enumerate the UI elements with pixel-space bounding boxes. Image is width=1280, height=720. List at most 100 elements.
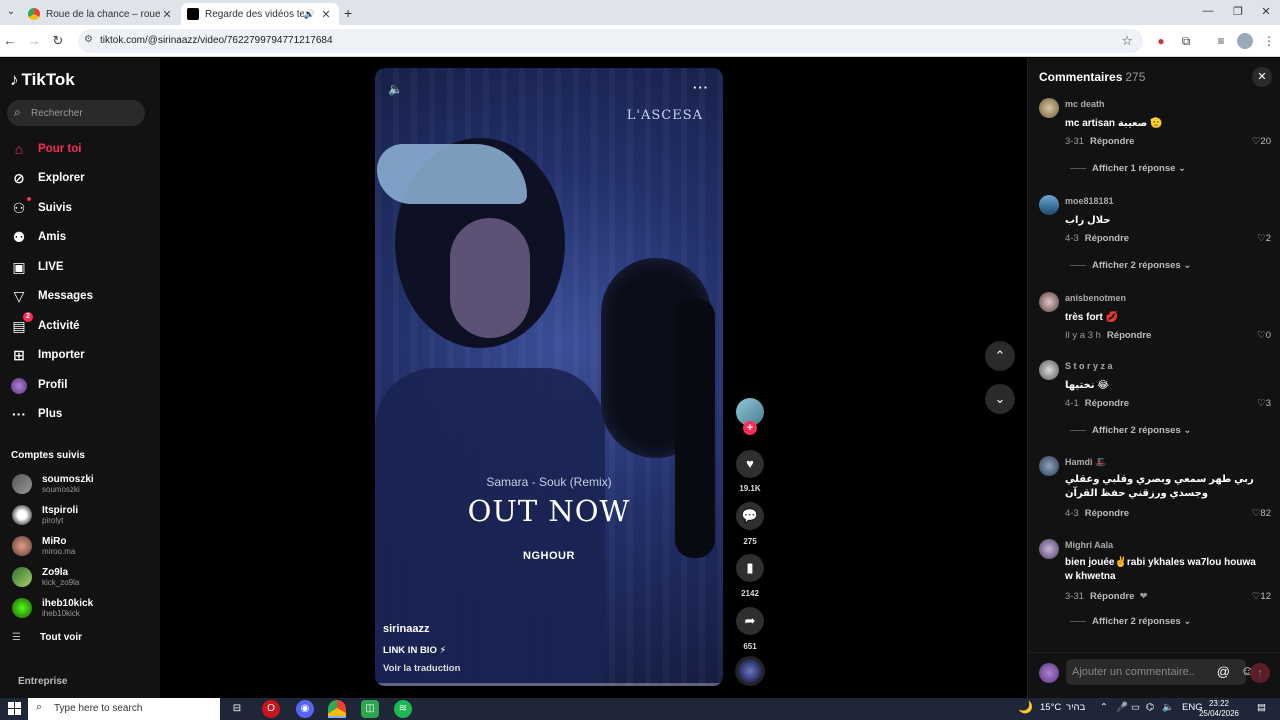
nav-item-suivis[interactable]: ⚇ Suivis	[10, 197, 150, 219]
comment-username[interactable]: Hamdi 🎩	[1065, 457, 1106, 468]
volume-tray-icon[interactable]: 🔈	[1162, 702, 1174, 713]
nav-item-explorer[interactable]: ⊘ Explorer	[10, 167, 150, 189]
volume-icon[interactable]: 🔈	[388, 82, 403, 96]
avatar[interactable]	[1039, 98, 1059, 118]
comment-input[interactable]	[1072, 664, 1194, 680]
media-control-icon[interactable]: ≡	[1213, 33, 1229, 49]
new-tab-button[interactable]: +	[344, 5, 352, 21]
restore-button[interactable]: ❐	[1226, 5, 1250, 18]
save-button[interactable]: ▮	[736, 554, 764, 582]
search-input[interactable]	[31, 104, 139, 122]
followed-account[interactable]: iheb10kick iheb10kick	[12, 595, 142, 621]
close-window-button[interactable]: ✕	[1254, 5, 1278, 18]
weather-moon-icon[interactable]: 🌙	[1018, 700, 1033, 714]
nav-item-plus[interactable]: ··· Plus	[10, 403, 150, 425]
avatar[interactable]	[1039, 360, 1059, 380]
comment-like-button[interactable]: ♡0	[1257, 330, 1271, 341]
send-comment-button[interactable]: ↑	[1250, 663, 1270, 683]
avatar[interactable]	[1039, 292, 1059, 312]
comment-username[interactable]: mc death	[1065, 99, 1105, 109]
comment-like-button[interactable]: ♡20	[1252, 136, 1271, 147]
show-replies-button[interactable]: Afficher 2 réponses ⌄	[1070, 425, 1191, 436]
tab-close-icon[interactable]: ✕	[160, 8, 174, 21]
next-video-button[interactable]: ⌄	[985, 384, 1015, 414]
browser-menu-icon[interactable]: ⋮	[1261, 33, 1277, 49]
comment-like-button[interactable]: ♡3	[1257, 398, 1271, 409]
music-disc-icon[interactable]	[735, 656, 765, 686]
see-translation-link[interactable]: Voir la traduction	[383, 663, 460, 674]
reload-button[interactable]: ↻	[50, 33, 66, 49]
comment-input-box[interactable]: @ ☺	[1066, 659, 1254, 685]
avatar[interactable]	[1039, 456, 1059, 476]
messaging-app-icon[interactable]: ◫	[361, 700, 379, 718]
minimize-button[interactable]: —	[1196, 5, 1220, 17]
taskbar-search[interactable]: ⌕ Type here to search	[28, 698, 220, 720]
browser-tab-tiktok[interactable]: Regarde des vidéos tendan 🔊 ✕	[181, 3, 339, 25]
previous-video-button[interactable]: ⌃	[985, 341, 1015, 371]
nav-item-live[interactable]: ▣ LIVE	[10, 256, 150, 278]
extension-icon[interactable]: ●	[1153, 33, 1169, 49]
tray-chevron-icon[interactable]: ⌃	[1100, 702, 1108, 713]
comment-username[interactable]: S t o r y z a	[1065, 361, 1113, 371]
like-button[interactable]: ♥	[736, 450, 764, 478]
tiktok-logo[interactable]: ♪ TikTok	[10, 70, 75, 90]
microphone-icon[interactable]: 🎤	[1116, 702, 1128, 713]
nav-item-importer[interactable]: ⊞ Importer	[10, 344, 150, 366]
notification-icon[interactable]: ▤	[1257, 702, 1266, 713]
battery-icon[interactable]: ▭	[1131, 702, 1140, 713]
comment-button[interactable]: 💬	[736, 502, 764, 530]
spotify-icon[interactable]: ≋	[394, 700, 412, 718]
opera-icon[interactable]: O	[262, 700, 280, 718]
search-box[interactable]: ⌕	[7, 100, 145, 126]
share-button[interactable]: ➦	[736, 607, 764, 635]
followed-account[interactable]: MiRo miroo.ma	[12, 533, 142, 559]
task-view-icon[interactable]: ⊟	[228, 700, 246, 718]
mention-icon[interactable]: @	[1217, 664, 1230, 679]
clock[interactable]: 23:22 25/04/2026	[1196, 699, 1242, 719]
site-info-icon[interactable]: ⚙	[84, 34, 93, 45]
avatar[interactable]	[1039, 539, 1059, 559]
company-link[interactable]: Entreprise	[18, 676, 67, 687]
avatar[interactable]	[1039, 195, 1059, 215]
comment-like-button[interactable]: ♡12	[1252, 591, 1271, 602]
url-text[interactable]: tiktok.com/@sirinaazz/video/762279979477…	[100, 35, 333, 46]
extensions-puzzle-icon[interactable]: ⧉	[1178, 33, 1194, 49]
comment-like-button[interactable]: ♡2	[1257, 233, 1271, 244]
forward-button[interactable]: →	[26, 33, 42, 48]
show-replies-button[interactable]: Afficher 2 réponses ⌄	[1070, 616, 1191, 627]
tab-search-icon[interactable]: ⌄	[4, 5, 18, 19]
bookmark-star-icon[interactable]: ☆	[1121, 33, 1133, 49]
followed-account[interactable]: soumoszki soumoszki	[12, 471, 142, 497]
nav-item-activite[interactable]: ▤ 2 Activité	[10, 312, 150, 337]
temperature[interactable]: 15°C	[1040, 702, 1061, 713]
speaker-icon[interactable]: 🔊	[304, 9, 315, 20]
reply-button[interactable]: Répondre	[1107, 330, 1151, 341]
tab-close-icon[interactable]: ✕	[319, 8, 333, 21]
chrome-icon[interactable]	[328, 700, 346, 718]
video-more-options-icon[interactable]: ···	[693, 80, 709, 95]
nav-item-profil[interactable]: Profil	[10, 374, 150, 396]
video-progress-bar[interactable]	[375, 683, 723, 686]
nav-item-messages[interactable]: ▽ Messages	[10, 285, 150, 307]
discord-icon[interactable]: ◉	[296, 700, 314, 718]
back-button[interactable]: ←	[2, 33, 18, 48]
comment-username[interactable]: Mighri Aala	[1065, 540, 1113, 550]
nav-item-pour-toi[interactable]: ⌂ Pour toi	[10, 138, 150, 160]
reply-button[interactable]: Répondre	[1090, 591, 1134, 602]
network-icon[interactable]: ⌬	[1146, 702, 1154, 713]
see-all-button[interactable]: ☰ Tout voir	[12, 632, 82, 643]
windows-start-icon[interactable]	[8, 702, 22, 716]
reply-button[interactable]: Répondre	[1085, 233, 1129, 244]
followed-account[interactable]: Zo9la kick_zo9la	[12, 564, 142, 590]
profile-avatar-icon[interactable]	[1237, 33, 1253, 49]
nav-item-amis[interactable]: ⚉ Amis	[10, 226, 150, 248]
video-player[interactable]: 🔈 ··· L'ASCESA Samara - Souk (Remix) OUT…	[375, 68, 723, 686]
url-field[interactable]: ⚙ tiktok.com/@sirinaazz/video/7622799794…	[78, 29, 1143, 53]
video-author[interactable]: sirinaazz	[383, 623, 429, 635]
browser-tab-wheel[interactable]: Roue de la chance – roue aléat ✕	[22, 3, 180, 25]
reply-button[interactable]: Répondre	[1090, 136, 1134, 147]
show-replies-button[interactable]: Afficher 1 réponse ⌄	[1070, 163, 1186, 174]
reply-button[interactable]: Répondre	[1085, 508, 1129, 519]
followed-account[interactable]: Itspiroli pirolyt	[12, 502, 142, 528]
comment-like-button[interactable]: ♡82	[1252, 508, 1271, 519]
